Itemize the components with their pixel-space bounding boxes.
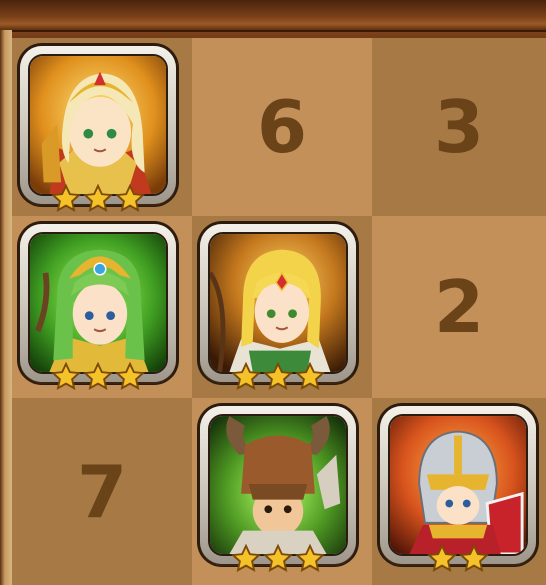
slot-number: 3 bbox=[433, 85, 485, 169]
hero-art bbox=[208, 232, 348, 374]
star-icon bbox=[51, 184, 81, 214]
hero-placement-grid: 6 3 2 7 bbox=[12, 38, 546, 585]
star-icon bbox=[83, 362, 113, 392]
star-icon bbox=[83, 184, 113, 214]
hero-art bbox=[388, 414, 528, 556]
hero-art bbox=[208, 414, 348, 556]
star-icon bbox=[231, 544, 261, 574]
star-rating bbox=[380, 544, 536, 574]
star-icon bbox=[115, 184, 145, 214]
grid-cell-r1c3[interactable]: 3 bbox=[372, 38, 546, 216]
hero-portrait-blonde-ranger[interactable] bbox=[200, 224, 356, 390]
hero-portrait-golden-paladin[interactable] bbox=[20, 46, 176, 212]
game-board-frame: 6 3 2 7 bbox=[0, 0, 546, 585]
board-top-border bbox=[0, 0, 546, 32]
hero-art bbox=[28, 232, 168, 374]
grid-cell-r3c3[interactable] bbox=[372, 398, 546, 585]
slot-number: 2 bbox=[433, 265, 485, 349]
star-rating bbox=[200, 544, 356, 574]
star-icon bbox=[295, 544, 325, 574]
grid-cell-r3c1[interactable]: 7 bbox=[12, 398, 192, 585]
grid-cell-r3c2[interactable] bbox=[192, 398, 372, 585]
star-rating bbox=[20, 362, 176, 392]
grid-cell-r2c3[interactable]: 2 bbox=[372, 216, 546, 398]
star-icon bbox=[459, 544, 489, 574]
slot-number: 7 bbox=[76, 449, 128, 534]
star-icon bbox=[115, 362, 145, 392]
star-rating bbox=[200, 362, 356, 392]
slot-number: 6 bbox=[256, 85, 308, 169]
grid-cell-r1c2[interactable]: 6 bbox=[192, 38, 372, 216]
star-icon bbox=[263, 362, 293, 392]
star-icon bbox=[427, 544, 457, 574]
grid-cell-r2c1[interactable] bbox=[12, 216, 192, 398]
star-icon bbox=[231, 362, 261, 392]
hero-portrait-red-knight[interactable] bbox=[380, 406, 536, 572]
hero-art bbox=[28, 54, 168, 196]
hero-portrait-green-elf[interactable] bbox=[20, 224, 176, 390]
star-icon bbox=[51, 362, 81, 392]
grid-cell-r2c2[interactable] bbox=[192, 216, 372, 398]
hero-portrait-minotaur[interactable] bbox=[200, 406, 356, 572]
star-rating bbox=[20, 184, 176, 214]
star-icon bbox=[295, 362, 325, 392]
grid-cell-r1c1[interactable] bbox=[12, 38, 192, 216]
star-icon bbox=[263, 544, 293, 574]
board-left-border bbox=[0, 30, 12, 585]
